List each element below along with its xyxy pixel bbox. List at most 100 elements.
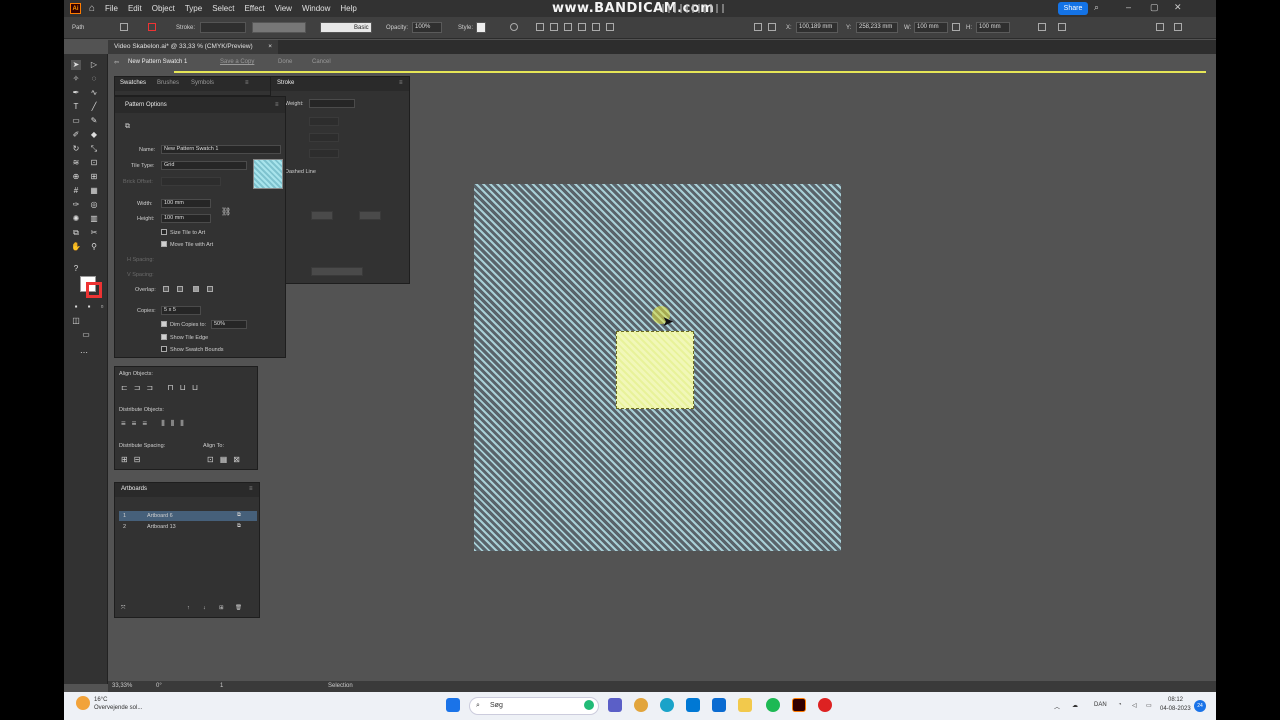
tab-swatches[interactable]: Swatches [120,80,146,86]
menu-file[interactable]: File [105,4,118,13]
distribute-spacing-buttons[interactable]: ⊞⊟ [121,455,146,464]
magic-wand-tool-icon[interactable]: ✧ [71,74,81,84]
x-field[interactable]: 100,189 mm [796,22,838,33]
cap-buttons[interactable] [309,117,339,126]
corner-buttons[interactable] [309,133,339,142]
lasso-tool-icon[interactable]: ◌ [89,74,99,84]
panel-menu-icon[interactable] [1174,23,1182,31]
taskbar-search[interactable]: ⌕ Søg [469,697,599,715]
shape-builder-tool-icon[interactable]: ⊕ [71,172,81,182]
stroke-swatch-icon[interactable] [148,23,156,31]
gradient-tool-icon[interactable]: ▦ [89,186,99,196]
share-button[interactable]: Share [1058,2,1088,15]
wifi-icon[interactable]: ◔ [1118,702,1122,708]
rearrange-artboards-icon[interactable]: ⤧ [121,605,125,612]
bandicam-icon[interactable] [818,698,832,712]
perspective-grid-tool-icon[interactable]: ⊞ [89,172,99,182]
chrome-icon[interactable] [634,698,648,712]
artboard-number[interactable]: 1 [220,683,223,689]
help-icon[interactable]: ? [71,264,81,274]
mesh-tool-icon[interactable]: # [71,186,81,196]
none-mode-icon[interactable]: ▫ [97,302,107,312]
dim-copies-checkbox[interactable] [161,321,167,327]
chat-icon[interactable] [608,698,622,712]
tile-width-field[interactable]: 100 mm [161,199,211,208]
graphic-style-swatch[interactable] [476,22,486,33]
column-graph-tool-icon[interactable]: ▥ [89,214,99,224]
fill-swatch-icon[interactable] [120,23,128,31]
arrowhead-end-field[interactable] [359,211,381,220]
bing-icon[interactable] [584,700,594,710]
move-up-icon[interactable]: ↑ [187,605,190,611]
arrange-panels-icon[interactable] [1156,23,1164,31]
volume-icon[interactable]: ◁ [1132,702,1137,709]
gradient-mode-icon[interactable]: ▪ [84,302,94,312]
home-icon[interactable]: ⌂ [89,3,95,14]
pattern-options-menu-icon[interactable]: ≡ [275,102,279,108]
screen-mode-icon[interactable]: ▭ [79,330,93,340]
pattern-tile-tool-icon[interactable]: ⧉ [125,123,130,131]
tile-type-select[interactable]: Grid [161,161,247,170]
copies-select[interactable]: 5 x 5 [161,306,201,315]
language-indicator[interactable]: DAN [1094,702,1107,708]
start-icon[interactable] [446,698,460,712]
width-tool-icon[interactable]: ≋ [71,158,81,168]
align-center-icon[interactable] [550,23,558,31]
edit-toolbar-icon[interactable]: ⋯ [79,348,89,358]
brick-offset-select[interactable] [161,177,221,186]
height-field[interactable]: 100 mm [976,22,1010,33]
maximize-icon[interactable]: ▢ [1150,2,1159,13]
align-top-icon[interactable] [578,23,586,31]
variable-width-field[interactable] [252,22,306,33]
menu-help[interactable]: Help [340,4,356,13]
artboards-panel-menu-icon[interactable]: ≡ [249,486,253,492]
tab-stroke[interactable]: Stroke [277,80,294,86]
line-tool-icon[interactable]: ╱ [89,102,99,112]
align-left-icon[interactable] [536,23,544,31]
symbol-sprayer-tool-icon[interactable]: ✺ [71,214,81,224]
stroke-weight-field[interactable] [309,99,355,108]
transform-reference-icon[interactable] [768,23,776,31]
artboard-options-icon[interactable]: ⧉ [237,512,241,519]
rotate-tool-icon[interactable]: ↻ [71,144,81,154]
align-stroke-buttons[interactable] [309,149,339,158]
menu-window[interactable]: Window [302,4,330,13]
swatches-panel-menu-icon[interactable]: ≡ [245,80,249,86]
align-right-icon[interactable] [564,23,572,31]
opacity-field[interactable]: 100% [412,22,442,33]
notification-badge[interactable]: 24 [1194,700,1206,712]
artboard-row[interactable]: 1 Artboard 6 ⧉ [119,511,257,521]
edge-icon[interactable] [660,698,674,712]
menu-view[interactable]: View [275,4,292,13]
distribute-icon[interactable] [754,23,762,31]
tray-overflow-icon[interactable]: ︿ [1054,702,1060,711]
rotation-value[interactable]: 0° [156,683,162,689]
zoom-tool-icon[interactable]: ⚲ [89,242,99,252]
save-copy-button[interactable]: Save a Copy [220,59,254,65]
mail-icon[interactable] [686,698,700,712]
pen-tool-icon[interactable]: ✒ [71,88,81,98]
arrange-documents-icons[interactable] [662,4,724,13]
stroke-weight-field[interactable] [200,22,246,33]
menu-type[interactable]: Type [185,4,202,13]
clock-date[interactable]: 04-08-2023 [1160,706,1191,712]
battery-icon[interactable]: ▭ [1146,702,1152,709]
y-field[interactable]: 258,233 mm [856,22,898,33]
artboard-options-icon[interactable]: ⧉ [237,523,241,530]
artboard-tool-icon[interactable]: ⧉ [71,228,81,238]
align-objects-buttons[interactable]: ⊏⊐⊐ ⊓⊔⊔ [121,383,204,392]
eyedropper-tool-icon[interactable]: ✑ [71,200,81,210]
search-icon[interactable]: ⌕ [1094,2,1099,13]
shaper-tool-icon[interactable]: ✐ [71,130,81,140]
clock-time[interactable]: 08:12 [1168,697,1183,703]
file-explorer-icon[interactable] [738,698,752,712]
dim-copies-select[interactable]: 50% [211,320,247,329]
distribute-objects-buttons[interactable]: ≡≡≡ ⦀⦀⦀ [121,419,190,429]
document-tab[interactable]: Video Skabelon.ai* @ 33,33 % (CMYK/Previ… [108,40,278,54]
minimize-icon[interactable]: – [1126,2,1131,12]
type-tool-icon[interactable]: T [71,102,81,112]
done-button[interactable]: Done [278,59,292,65]
document-close-icon[interactable]: × [268,40,272,54]
pathfinder-icon[interactable] [1058,23,1066,31]
recolor-artwork-icon[interactable] [510,23,518,31]
